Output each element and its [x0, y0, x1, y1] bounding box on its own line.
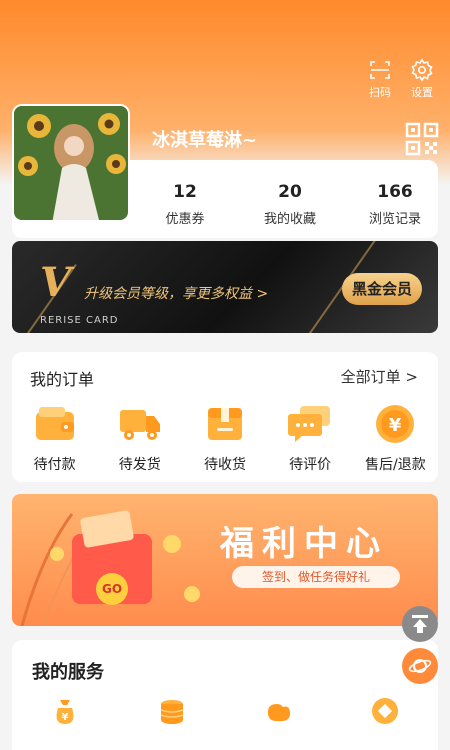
vip-card-label: RERISE CARD: [40, 315, 119, 326]
username[interactable]: 冰淇草莓淋~: [152, 126, 257, 152]
order-pending-review[interactable]: 待评价: [271, 402, 349, 474]
welfare-center-banner[interactable]: GO 福利中心 签到、做任务得好礼: [12, 494, 438, 626]
services-title: 我的服务: [32, 662, 104, 683]
svg-text:¥: ¥: [62, 712, 69, 723]
order-pending-payment[interactable]: 待付款: [16, 402, 94, 474]
qr-code-icon[interactable]: [405, 122, 439, 156]
svg-text:¥: ¥: [389, 415, 402, 436]
order-pending-shipment[interactable]: 待发货: [101, 402, 179, 474]
services-card: 我的服务 ¥: [12, 640, 438, 750]
truck-icon: [119, 410, 160, 440]
stat-label: 优惠券: [165, 212, 205, 227]
order-status-list: 待付款 待发货 待收货 待评价 ¥ 售后/退款: [12, 402, 438, 474]
bean-icon[interactable]: [263, 696, 293, 726]
welfare-title: 福利中心: [220, 524, 388, 564]
floating-action-button[interactable]: [402, 648, 438, 684]
gift-illustration: [20, 510, 200, 626]
scan-label: 扫码: [369, 86, 391, 99]
stat-favorites[interactable]: 20 我的收藏: [245, 182, 335, 227]
order-after-sales[interactable]: ¥ 售后/退款: [356, 402, 434, 474]
orders-title: 我的订单: [30, 370, 95, 389]
arrow-up-icon: [412, 615, 428, 633]
profile-stats: 12 优惠券 20 我的收藏 166 浏览记录: [140, 182, 440, 227]
settings-button[interactable]: 设置: [408, 58, 436, 100]
stat-value: 166: [377, 182, 413, 202]
vip-level-button[interactable]: 黑金会员: [341, 273, 422, 305]
stat-label: 我的收藏: [263, 212, 316, 227]
avatar[interactable]: [12, 104, 130, 222]
vip-promo-text: 升级会员等级，享更多权益 >: [84, 286, 269, 302]
orders-card: 我的订单 全部订单 > 待付款 待发货 待收货 待评价 ¥ 售后/退款: [12, 352, 438, 482]
go-badge: GO: [101, 582, 123, 596]
stat-history[interactable]: 166 浏览记录: [350, 182, 440, 227]
order-item-label: 售后/退款: [364, 457, 426, 473]
all-orders-link[interactable]: 全部订单 >: [341, 366, 418, 387]
order-item-label: 待发货: [118, 457, 161, 473]
order-item-label: 待收货: [203, 457, 246, 473]
scan-button[interactable]: 扫码: [366, 58, 394, 100]
vip-logo: V: [40, 259, 72, 306]
box-icon: [207, 408, 242, 440]
order-item-label: 待评价: [289, 457, 332, 473]
diamond-coin-icon[interactable]: [370, 696, 400, 726]
settings-label: 设置: [411, 86, 433, 99]
scan-icon: [370, 61, 390, 79]
coin-stack-icon[interactable]: [157, 696, 187, 726]
stat-label: 浏览记录: [368, 212, 421, 227]
scroll-to-top-button[interactable]: [402, 606, 438, 642]
stat-value: 20: [278, 182, 302, 202]
welfare-subtitle: 签到、做任务得好礼: [232, 566, 400, 588]
order-item-label: 待付款: [33, 457, 76, 473]
top-actions: 扫码 设置: [366, 58, 436, 100]
stat-value: 12: [173, 182, 197, 202]
comment-icon: [288, 406, 331, 442]
stat-coupons[interactable]: 12 优惠券: [140, 182, 230, 227]
gear-icon: [411, 58, 433, 82]
services-list: ¥: [12, 696, 438, 726]
planet-icon: [408, 659, 432, 673]
vip-banner[interactable]: V 升级会员等级，享更多权益 > RERISE CARD 黑金会员: [12, 241, 438, 333]
wallet-icon: [35, 407, 74, 440]
money-bag-icon[interactable]: ¥: [50, 696, 80, 726]
yuan-coin-icon: ¥: [376, 405, 415, 443]
avatar-image: [14, 106, 128, 220]
order-pending-receipt[interactable]: 待收货: [186, 402, 264, 474]
